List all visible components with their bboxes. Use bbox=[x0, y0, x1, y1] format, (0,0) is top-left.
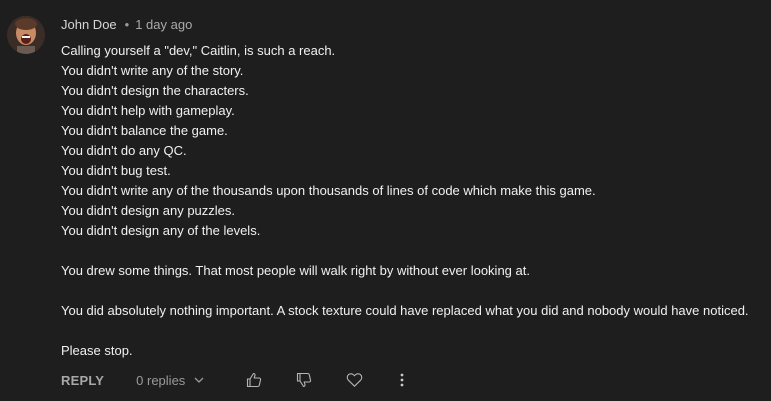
heart-icon bbox=[346, 372, 363, 388]
chevron-down-icon bbox=[193, 374, 205, 386]
comment-line: Please stop. bbox=[61, 343, 133, 358]
more-vertical-icon bbox=[399, 372, 405, 388]
comment-line: You did absolutely nothing important. A … bbox=[61, 303, 749, 318]
dislike-button[interactable] bbox=[296, 372, 312, 388]
reply-button[interactable]: REPLY bbox=[61, 373, 104, 388]
comment-line: You didn't design the characters. bbox=[61, 83, 249, 98]
heart-button[interactable] bbox=[346, 372, 363, 388]
comment-body: Calling yourself a "dev," Caitlin, is su… bbox=[61, 41, 761, 361]
comment-line: You didn't write any of the thousands up… bbox=[61, 183, 596, 198]
comment-line: You didn't write any of the story. bbox=[61, 63, 244, 78]
more-options-button[interactable] bbox=[399, 372, 405, 388]
thumbs-up-icon bbox=[246, 372, 262, 388]
comment-line: You drew some things. That most people w… bbox=[61, 263, 530, 278]
like-button[interactable] bbox=[246, 372, 262, 388]
comment-header: John Doe • 1 day ago bbox=[61, 17, 192, 32]
comment-line: You didn't design any puzzles. bbox=[61, 203, 236, 218]
comment-line: You didn't bug test. bbox=[61, 163, 171, 178]
separator-dot: • bbox=[124, 17, 130, 32]
replies-toggle[interactable]: 0 replies bbox=[136, 373, 205, 388]
comment-line: You didn't design any of the levels. bbox=[61, 223, 261, 238]
comment-line: You didn't do any QC. bbox=[61, 143, 187, 158]
author-name[interactable]: John Doe bbox=[61, 17, 117, 32]
avatar-image bbox=[7, 16, 45, 54]
thumbs-down-icon bbox=[296, 372, 312, 388]
comment-line: You didn't help with gameplay. bbox=[61, 103, 235, 118]
avatar[interactable] bbox=[7, 16, 45, 54]
timestamp[interactable]: 1 day ago bbox=[135, 17, 192, 32]
comment-line: You didn't balance the game. bbox=[61, 123, 228, 138]
replies-count: 0 replies bbox=[136, 372, 186, 388]
comment-actions: REPLY 0 replies bbox=[61, 369, 405, 391]
comment-line: Calling yourself a "dev," Caitlin, is su… bbox=[61, 43, 336, 58]
